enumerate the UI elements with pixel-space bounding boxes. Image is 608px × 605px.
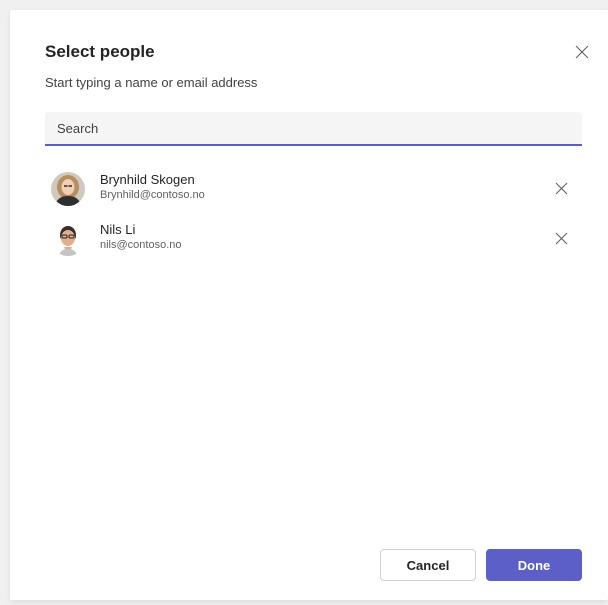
avatar [51,222,85,256]
dialog-title: Select people [45,42,155,61]
person-name: Nils Li [100,222,136,237]
list-item: Brynhild Skogen Brynhild@contoso.no [45,168,582,210]
search-input[interactable] [45,112,582,146]
person-email: nils@contoso.no [100,239,182,251]
close-icon [555,182,567,194]
person-photo [51,222,85,256]
remove-person-button[interactable] [552,179,570,197]
person-photo [51,172,85,206]
remove-person-button[interactable] [552,229,570,247]
avatar [51,172,85,206]
dialog-subtitle: Start typing a name or email address [45,75,258,90]
close-icon [555,232,567,244]
person-name: Brynhild Skogen [100,172,195,187]
select-people-dialog: Select people Start typing a name or ema… [10,10,608,600]
done-button[interactable]: Done [486,549,582,581]
close-icon [575,45,589,59]
cancel-button[interactable]: Cancel [380,549,476,581]
list-item: Nils Li nils@contoso.no [45,218,582,260]
person-email: Brynhild@contoso.no [100,189,205,201]
close-button[interactable] [572,42,592,62]
